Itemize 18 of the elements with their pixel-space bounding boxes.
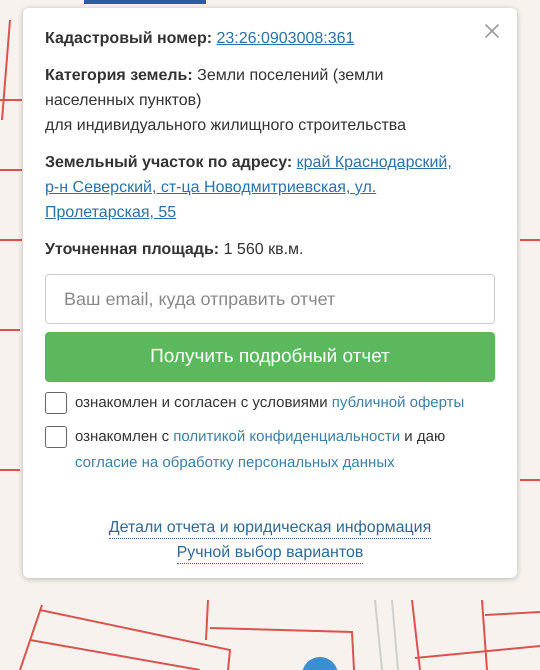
consent-link[interactable]: публичной оферты — [332, 394, 464, 411]
consent-checkbox[interactable] — [45, 426, 67, 448]
footer-link[interactable]: Ручной выбор вариантов — [176, 543, 364, 564]
info-text: Кадастровый номер: 23:26:0903008:361 — [45, 29, 356, 49]
address-link[interactable]: р-н Северский, ст-ца Новодмитриевская, ул. — [45, 179, 376, 196]
info-text: Земельный участок по адресу: край Краснодарский, р-н Северский, ст-ца Новодмитриевская, ул. Пролетарская, 55 — [45, 153, 453, 223]
address-link[interactable]: Пролетарская, 55 — [45, 204, 176, 221]
address-link[interactable]: 23:26:0903008:361 — [216, 30, 354, 47]
address-link[interactable]: край Краснодарский, — [296, 154, 452, 171]
consent-text: ознакомлен с политикой конфиденциальности и даю согласие на обработку персональных данных — [75, 427, 446, 473]
consent-link[interactable]: политикой конфиденциальности — [173, 428, 400, 445]
consent-link[interactable]: согласие на обработку персональных данных — [75, 454, 395, 471]
info-text: Уточненная площадь: 1 560 кв.м. — [45, 240, 304, 260]
consent-text: ознакомлен и согласен с условиями публичной оферты — [75, 393, 464, 413]
consent-checkbox[interactable] — [45, 392, 67, 414]
email-field[interactable]: Ваш email, куда отправить отчет — [45, 274, 495, 324]
footer-link[interactable]: Детали отчета и юридическая информация — [108, 518, 432, 539]
info-text: Категория земель: Земли поселений (земли населенных пунктов) для индивидуального жилищного строительства — [45, 66, 407, 136]
